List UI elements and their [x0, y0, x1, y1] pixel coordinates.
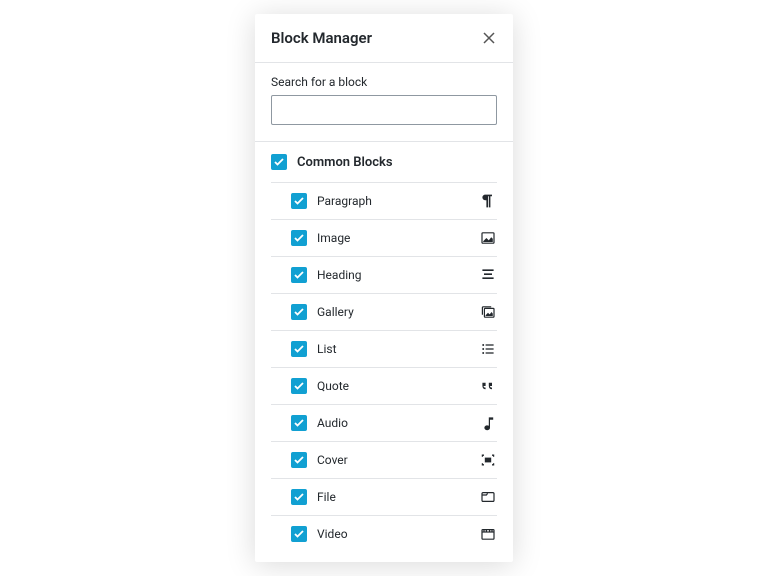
modal-header: Block Manager	[255, 14, 513, 63]
block-checkbox[interactable]	[291, 304, 307, 320]
block-checkbox[interactable]	[291, 489, 307, 505]
block-manager-modal: Block Manager Search for a block Common …	[255, 14, 513, 562]
block-checkbox[interactable]	[291, 193, 307, 209]
check-icon	[294, 456, 304, 464]
check-icon	[294, 419, 304, 427]
block-item: Cover	[271, 441, 497, 478]
block-item: File	[271, 478, 497, 515]
check-icon	[294, 197, 304, 205]
block-checkbox[interactable]	[291, 267, 307, 283]
close-button[interactable]	[479, 28, 499, 48]
block-item: Heading	[271, 256, 497, 293]
block-checkbox[interactable]	[291, 230, 307, 246]
video-icon	[479, 525, 497, 543]
block-item: Video	[271, 515, 497, 552]
block-item: Quote	[271, 367, 497, 404]
search-label: Search for a block	[271, 75, 497, 89]
block-item: List	[271, 330, 497, 367]
block-item: Paragraph	[271, 182, 497, 219]
file-icon	[479, 488, 497, 506]
search-input[interactable]	[271, 95, 497, 125]
check-icon	[294, 271, 304, 279]
category-title: Common Blocks	[297, 155, 393, 170]
block-label: Paragraph	[317, 194, 469, 208]
block-label: List	[317, 342, 469, 356]
check-icon	[294, 493, 304, 501]
block-checkbox[interactable]	[291, 378, 307, 394]
block-label: Audio	[317, 416, 469, 430]
modal-title: Block Manager	[271, 29, 372, 47]
block-checkbox[interactable]	[291, 415, 307, 431]
close-icon	[483, 32, 495, 44]
block-label: Image	[317, 231, 469, 245]
image-icon	[479, 229, 497, 247]
check-icon	[294, 345, 304, 353]
gallery-icon	[479, 303, 497, 321]
block-item: Gallery	[271, 293, 497, 330]
category-header: Common Blocks	[255, 142, 513, 182]
check-icon	[294, 382, 304, 390]
search-section: Search for a block	[255, 63, 513, 142]
block-label: Quote	[317, 379, 469, 393]
check-icon	[294, 234, 304, 242]
block-label: Gallery	[317, 305, 469, 319]
block-list: Paragraph Image Heading Gallery List Quote Aud…	[255, 182, 513, 562]
block-checkbox[interactable]	[291, 526, 307, 542]
check-icon	[274, 158, 284, 166]
block-label: File	[317, 490, 469, 504]
block-item: Image	[271, 219, 497, 256]
category-checkbox[interactable]	[271, 154, 287, 170]
cover-icon	[479, 451, 497, 469]
block-label: Cover	[317, 453, 469, 467]
audio-icon	[479, 414, 497, 432]
block-item: Audio	[271, 404, 497, 441]
heading-icon	[479, 266, 497, 284]
check-icon	[294, 530, 304, 538]
block-label: Heading	[317, 268, 469, 282]
block-checkbox[interactable]	[291, 341, 307, 357]
list-icon	[479, 340, 497, 358]
block-checkbox[interactable]	[291, 452, 307, 468]
paragraph-icon	[479, 192, 497, 210]
check-icon	[294, 308, 304, 316]
block-label: Video	[317, 527, 469, 541]
quote-icon	[479, 377, 497, 395]
